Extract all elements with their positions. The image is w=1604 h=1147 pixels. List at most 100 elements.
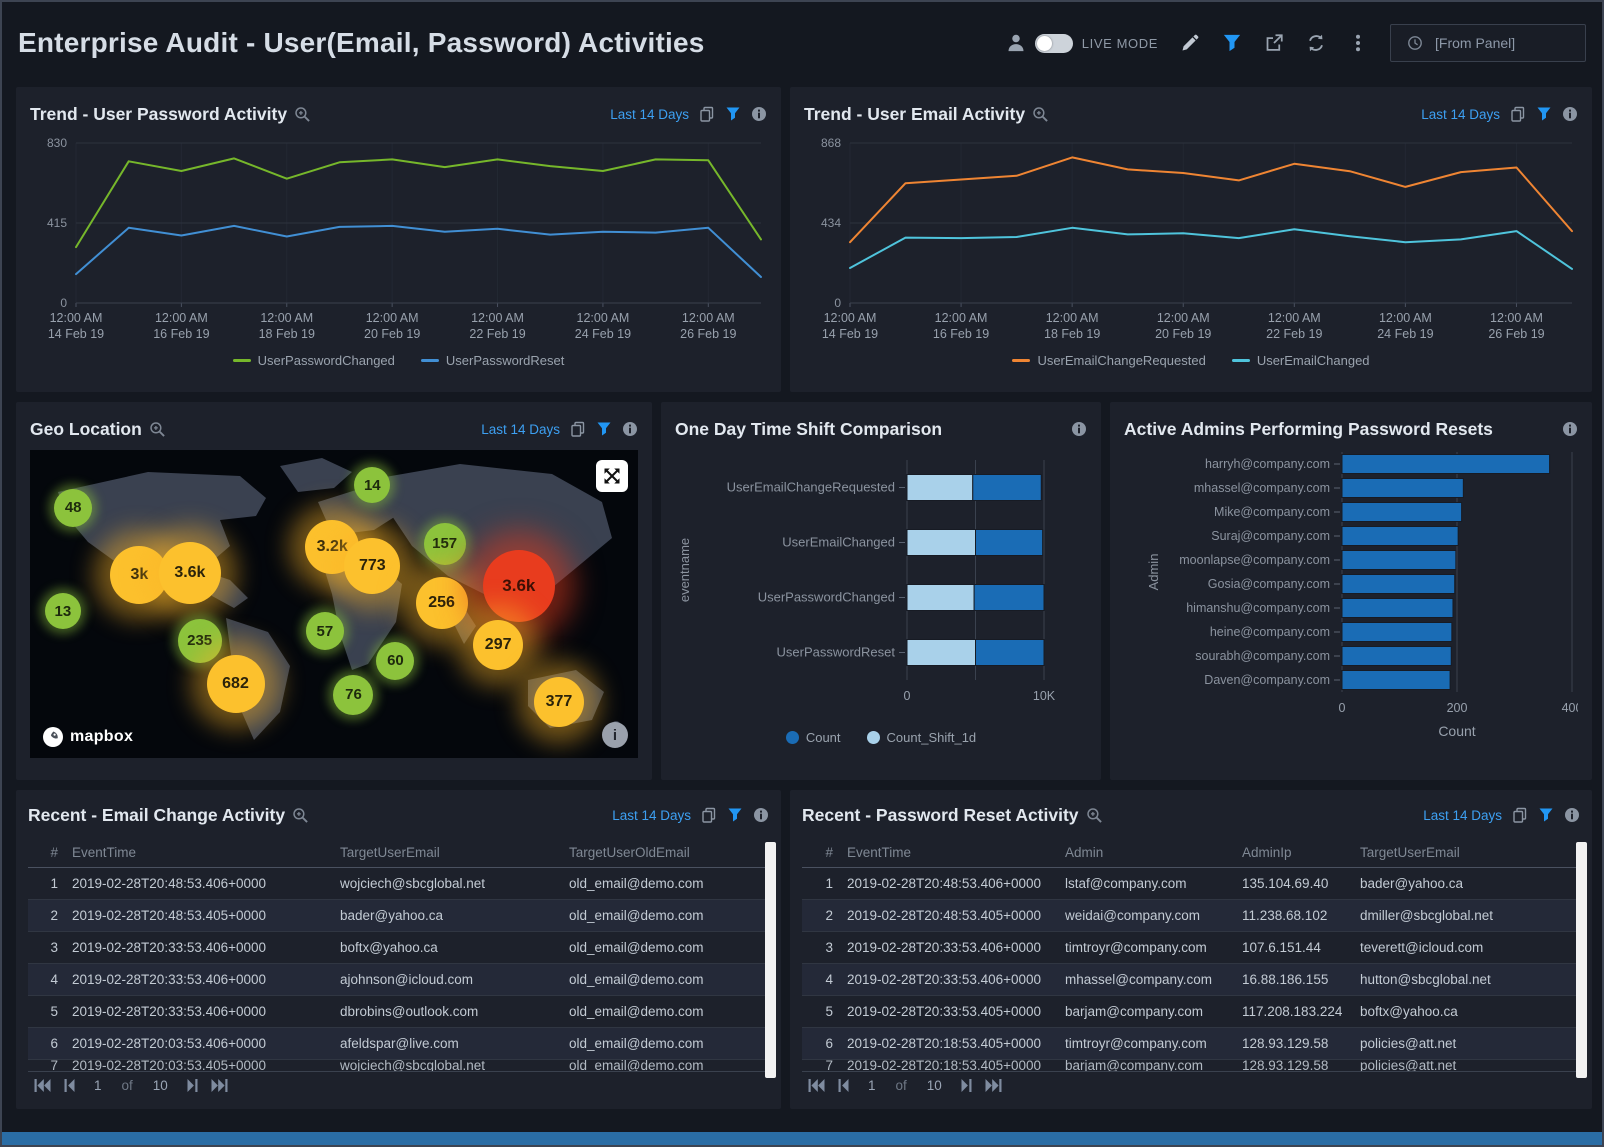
- map-cluster[interactable]: 57: [306, 612, 344, 650]
- column-header[interactable]: TargetUserEmail: [340, 845, 569, 860]
- bar-Count_Shift_1d[interactable]: [907, 640, 976, 666]
- bar-sourabh@company.com[interactable]: [1342, 647, 1451, 666]
- map-cluster[interactable]: 377: [534, 677, 584, 727]
- legend-item[interactable]: UserPasswordReset: [421, 353, 565, 368]
- last-page-button[interactable]: [985, 1078, 1002, 1093]
- refresh-icon[interactable]: [1306, 33, 1326, 53]
- bar-harryh@company.com[interactable]: [1342, 455, 1550, 474]
- copy-icon[interactable]: [570, 421, 586, 437]
- bar-moonlapse@company.com[interactable]: [1342, 551, 1456, 570]
- column-header[interactable]: TargetUserEmail: [1360, 845, 1580, 860]
- filter-icon[interactable]: [725, 106, 741, 122]
- filter-icon[interactable]: [596, 421, 612, 437]
- info-icon[interactable]: [1562, 421, 1578, 437]
- table-row[interactable]: 52019-02-28T20:33:53.405+0000barjam@comp…: [802, 996, 1580, 1028]
- first-page-button[interactable]: [808, 1078, 825, 1093]
- map-cluster[interactable]: 773: [344, 538, 400, 594]
- map-info-button[interactable]: i: [602, 722, 628, 748]
- series-UserEmailChangeRequested[interactable]: [850, 157, 1572, 242]
- table-row[interactable]: 62019-02-28T20:18:53.405+0000timtroyr@co…: [802, 1028, 1580, 1060]
- column-header[interactable]: Admin: [1065, 845, 1242, 860]
- table-row[interactable]: 32019-02-28T20:33:53.406+0000timtroyr@co…: [802, 932, 1580, 964]
- bar-Daven@company.com[interactable]: [1342, 671, 1450, 690]
- world-map[interactable]: 483k3.6k132356823.2k773141572563.6k57607…: [30, 450, 638, 758]
- bar-Mike@company.com[interactable]: [1342, 503, 1462, 522]
- table-row[interactable]: 12019-02-28T20:48:53.406+0000lstaf@compa…: [802, 868, 1580, 900]
- table-row[interactable]: 32019-02-28T20:33:53.406+0000boftx@yahoo…: [28, 932, 769, 964]
- copy-icon[interactable]: [701, 807, 717, 823]
- time-range-label[interactable]: Last 14 Days: [1421, 107, 1500, 122]
- table-scrollbar[interactable]: [765, 842, 776, 1078]
- info-icon[interactable]: [1562, 106, 1578, 122]
- time-range-label[interactable]: Last 14 Days: [481, 422, 560, 437]
- copy-icon[interactable]: [1512, 807, 1528, 823]
- column-header[interactable]: #: [28, 845, 72, 860]
- info-icon[interactable]: [1564, 807, 1580, 823]
- info-icon[interactable]: [751, 106, 767, 122]
- legend-item[interactable]: UserEmailChangeRequested: [1012, 353, 1205, 368]
- legend-item[interactable]: Count_Shift_1d: [867, 730, 977, 745]
- series-UserPasswordChanged[interactable]: [76, 158, 761, 247]
- table-row[interactable]: 12019-02-28T20:48:53.406+0000wojciech@sb…: [28, 868, 769, 900]
- bar-Count[interactable]: [973, 475, 1042, 501]
- table-row[interactable]: 52019-02-28T20:33:53.406+0000dbrobins@ou…: [28, 996, 769, 1028]
- prev-page-button[interactable]: [61, 1078, 78, 1093]
- table-row[interactable]: 22019-02-28T20:48:53.405+0000bader@yahoo…: [28, 900, 769, 932]
- bar-Count[interactable]: [976, 530, 1043, 556]
- mapbox-logo[interactable]: mapbox: [42, 726, 133, 748]
- time-range-label[interactable]: Last 14 Days: [1423, 808, 1502, 823]
- map-cluster[interactable]: 48: [54, 489, 92, 527]
- map-cluster[interactable]: 682: [207, 655, 265, 713]
- time-range-box[interactable]: [From Panel]: [1390, 24, 1586, 62]
- bar-Count_Shift_1d[interactable]: [907, 530, 976, 556]
- zoom-in-icon[interactable]: [149, 421, 166, 438]
- bar-Count[interactable]: [976, 640, 1045, 666]
- filter-icon[interactable]: [1536, 106, 1552, 122]
- info-icon[interactable]: [622, 421, 638, 437]
- table-row[interactable]: 62019-02-28T20:03:53.406+0000afeldspar@l…: [28, 1028, 769, 1060]
- live-mode-toggle[interactable]: [1035, 34, 1073, 53]
- map-expand-button[interactable]: [596, 460, 628, 492]
- map-cluster[interactable]: 256: [416, 577, 468, 629]
- map-cluster[interactable]: 76: [333, 675, 373, 715]
- info-icon[interactable]: [1071, 421, 1087, 437]
- column-header[interactable]: EventTime: [72, 845, 340, 860]
- zoom-in-icon[interactable]: [1032, 106, 1049, 123]
- bar-Gosia@company.com[interactable]: [1342, 575, 1455, 594]
- info-icon[interactable]: [753, 807, 769, 823]
- edit-icon[interactable]: [1180, 33, 1200, 53]
- filter-icon[interactable]: [1538, 807, 1554, 823]
- zoom-in-icon[interactable]: [1086, 807, 1103, 824]
- filter-icon[interactable]: [1222, 33, 1242, 53]
- prev-page-button[interactable]: [835, 1078, 852, 1093]
- last-page-button[interactable]: [211, 1078, 228, 1093]
- next-page-button[interactable]: [958, 1078, 975, 1093]
- series-UserPasswordReset[interactable]: [76, 226, 761, 277]
- legend-item[interactable]: UserEmailChanged: [1232, 353, 1370, 368]
- table-row[interactable]: 42019-02-28T20:33:53.406+0000ajohnson@ic…: [28, 964, 769, 996]
- time-range-label[interactable]: Last 14 Days: [612, 808, 691, 823]
- column-header[interactable]: EventTime: [847, 845, 1065, 860]
- map-cluster[interactable]: 60: [376, 642, 414, 680]
- column-header[interactable]: AdminIp: [1242, 845, 1360, 860]
- next-page-button[interactable]: [184, 1078, 201, 1093]
- legend-item[interactable]: UserPasswordChanged: [233, 353, 395, 368]
- column-header[interactable]: #: [802, 845, 847, 860]
- table-scrollbar[interactable]: [1576, 842, 1587, 1078]
- first-page-button[interactable]: [34, 1078, 51, 1093]
- copy-icon[interactable]: [1510, 106, 1526, 122]
- copy-icon[interactable]: [699, 106, 715, 122]
- table-row[interactable]: 22019-02-28T20:48:53.405+0000weidai@comp…: [802, 900, 1580, 932]
- share-icon[interactable]: [1264, 33, 1284, 53]
- bar-Count[interactable]: [974, 585, 1044, 611]
- filter-icon[interactable]: [727, 807, 743, 823]
- bar-himanshu@company.com[interactable]: [1342, 599, 1453, 618]
- kebab-menu-icon[interactable]: [1348, 33, 1368, 53]
- map-cluster[interactable]: 3.6k: [159, 542, 221, 604]
- time-range-label[interactable]: Last 14 Days: [610, 107, 689, 122]
- bar-Count_Shift_1d[interactable]: [907, 585, 974, 611]
- map-cluster[interactable]: 13: [45, 593, 81, 629]
- bar-Suraj@company.com[interactable]: [1342, 527, 1458, 546]
- zoom-in-icon[interactable]: [292, 807, 309, 824]
- map-cluster[interactable]: 157: [424, 523, 466, 565]
